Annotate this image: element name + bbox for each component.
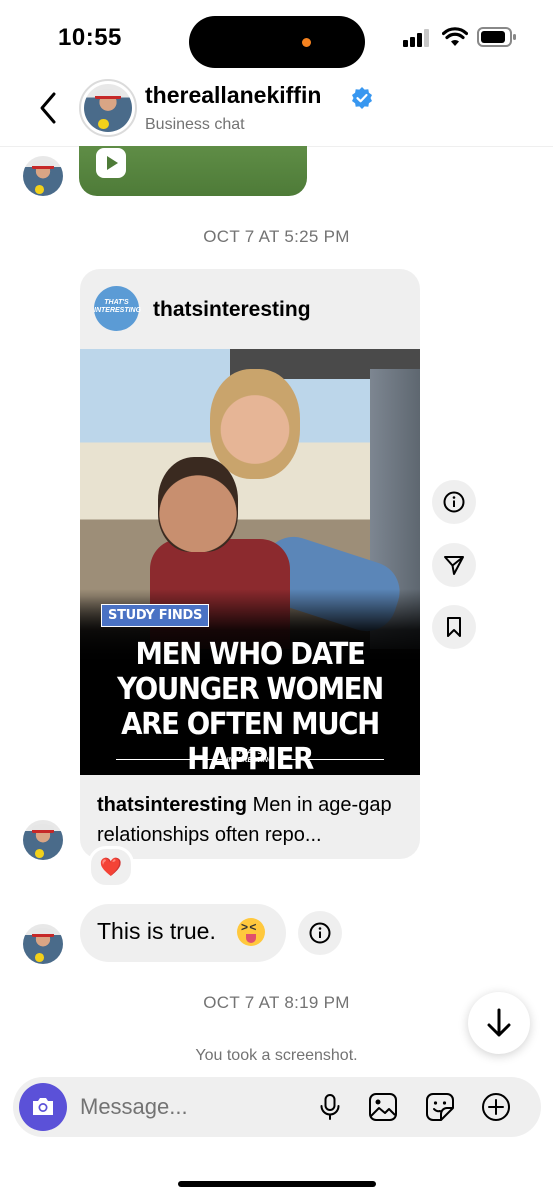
info-icon (443, 491, 465, 513)
message-bubble[interactable]: This is true. (80, 904, 286, 962)
reaction-heart[interactable]: ❤️ (88, 846, 134, 888)
info-button[interactable] (432, 480, 476, 524)
verified-icon (352, 87, 372, 109)
privacy-indicator (302, 38, 311, 47)
bookmark-icon (447, 617, 461, 637)
info-icon (309, 922, 331, 944)
message-composer (13, 1077, 541, 1137)
back-icon[interactable] (32, 88, 68, 128)
post-caption[interactable]: thatsinteresting Men in age-gap relation… (97, 790, 407, 850)
avatar[interactable] (23, 156, 63, 196)
post-account-name[interactable]: thatsinteresting (153, 298, 311, 322)
home-indicator[interactable] (178, 1181, 376, 1187)
avatar[interactable] (23, 924, 63, 964)
screenshot-notice: You took a screenshot. (195, 1047, 358, 1064)
sticker-icon[interactable] (423, 1090, 457, 1124)
plus-icon[interactable] (479, 1090, 513, 1124)
camera-button[interactable] (19, 1083, 67, 1131)
share-icon (444, 556, 464, 575)
caption-username: thatsinteresting (97, 794, 248, 816)
microphone-icon[interactable] (313, 1090, 347, 1124)
avatar[interactable] (23, 820, 63, 860)
video-message-thumbnail[interactable] (79, 146, 307, 196)
post-image-tag: STUDY FINDS (101, 604, 210, 627)
arrow-down-icon (487, 1008, 511, 1037)
shared-post[interactable]: THAT'S INTERESTING thatsinteresting STUD… (80, 269, 420, 859)
wifi-icon (442, 27, 468, 46)
share-button[interactable] (432, 543, 476, 587)
gallery-icon[interactable] (366, 1090, 400, 1124)
scroll-to-bottom-button[interactable] (468, 992, 530, 1054)
post-image-brand: THAT'S INTERESTING (226, 749, 274, 764)
chat-subtitle: Business chat (145, 116, 245, 133)
post-image[interactable]: STUDY FINDS MEN WHO DATE YOUNGER WOMEN A… (80, 349, 420, 775)
chat-username[interactable]: thereallanekiffin (145, 82, 321, 109)
status-time: 10:55 (58, 24, 122, 51)
play-icon (96, 148, 126, 178)
camera-icon (33, 1098, 53, 1115)
message-info-button[interactable] (298, 911, 342, 955)
save-button[interactable] (432, 605, 476, 649)
battery-icon (477, 27, 516, 47)
timestamp: OCT 7 AT 5:25 PM (203, 227, 350, 246)
message-input[interactable] (80, 1077, 300, 1137)
avatar[interactable] (84, 84, 132, 132)
message-text: This is true. (97, 918, 216, 944)
dynamic-island (189, 16, 365, 68)
header-avatar-ring[interactable] (79, 79, 137, 137)
squinting-tongue-emoji (237, 918, 265, 946)
post-account-logo[interactable]: THAT'S INTERESTING (94, 286, 141, 331)
signal-icon (403, 29, 429, 47)
